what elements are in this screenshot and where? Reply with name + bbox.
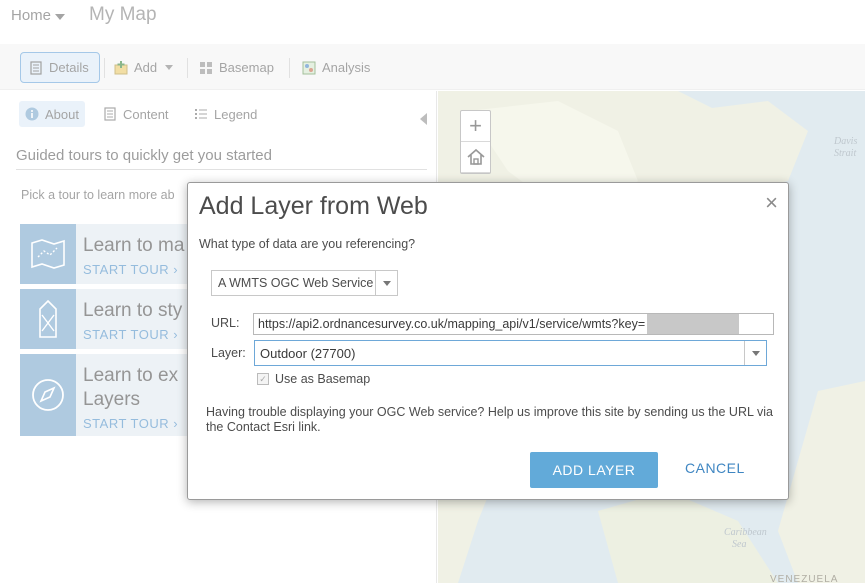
chevron-down-icon xyxy=(744,341,766,365)
add-layer-button[interactable]: ADD LAYER xyxy=(530,452,658,488)
close-icon[interactable]: × xyxy=(765,192,778,214)
url-input[interactable]: https://api2.ordnancesurvey.co.uk/mappin… xyxy=(253,313,774,335)
data-type-value: A WMTS OGC Web Service xyxy=(218,276,374,290)
data-type-question: What type of data are you referencing? xyxy=(199,237,416,251)
data-type-select[interactable]: A WMTS OGC Web Service xyxy=(211,270,398,296)
url-value: https://api2.ordnancesurvey.co.uk/mappin… xyxy=(258,317,646,331)
redacted-key xyxy=(647,314,740,334)
help-text: Having trouble displaying your OGC Web s… xyxy=(206,405,773,434)
chevron-down-icon xyxy=(375,271,397,295)
use-as-basemap-checkbox[interactable]: ✓ xyxy=(257,373,269,385)
layer-value: Outdoor (27700) xyxy=(260,345,356,361)
use-as-basemap-label: Use as Basemap xyxy=(275,372,371,386)
layer-select[interactable]: Outdoor (27700) xyxy=(254,340,767,366)
cancel-button[interactable]: CANCEL xyxy=(685,460,745,476)
dialog-title: Add Layer from Web xyxy=(199,192,428,220)
add-layer-dialog: Add Layer from Web × What type of data a… xyxy=(187,182,789,500)
layer-label: Layer: xyxy=(211,346,246,360)
url-label: URL: xyxy=(211,316,240,330)
